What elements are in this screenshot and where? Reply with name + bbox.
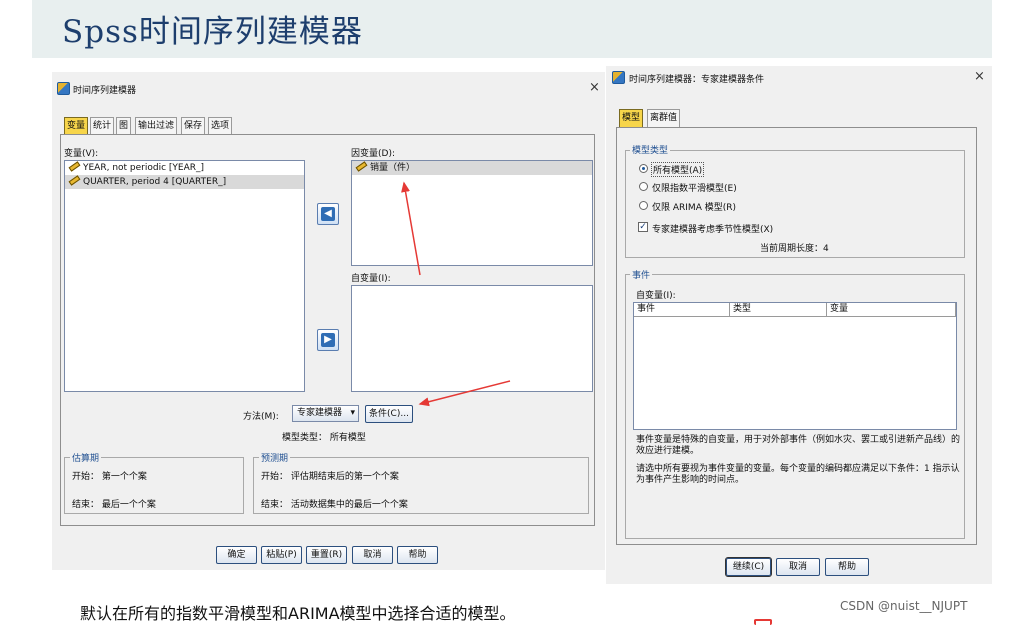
red-mark-icon (754, 619, 772, 625)
slide-caption: 默认在所有的指数平滑模型和ARIMA模型中选择合适的模型。 (80, 604, 516, 623)
arrow-to-criteria-button (418, 380, 511, 407)
arrow-to-dependent (401, 181, 421, 276)
annotation-arrows (401, 181, 511, 407)
watermark: CSDN @nuist__NJUPT (840, 599, 968, 613)
